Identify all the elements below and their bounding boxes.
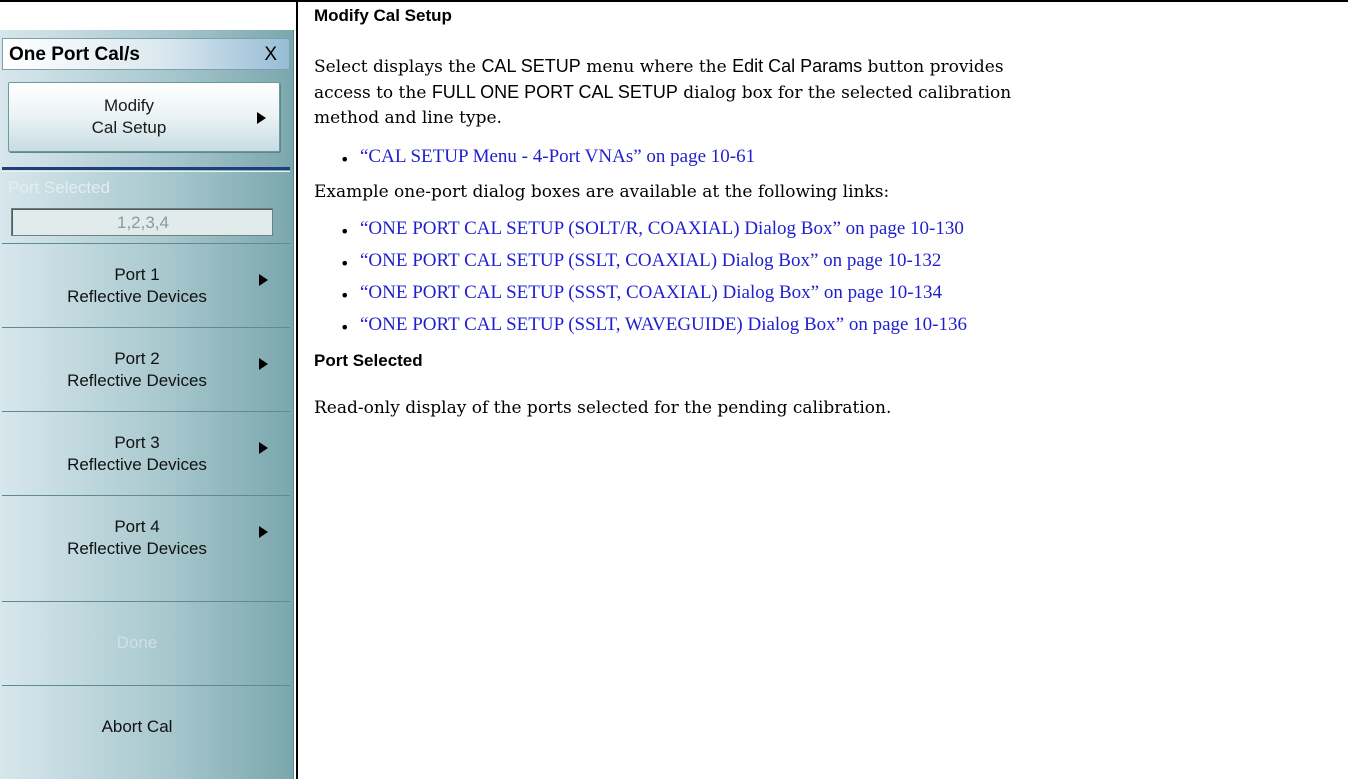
port-3-label: Port 3 xyxy=(114,433,160,452)
link-solt-r-coaxial[interactable]: “ONE PORT CAL SETUP (SOLT/R, COAXIAL) Di… xyxy=(360,218,964,240)
port-2-sublabel: Reflective Devices xyxy=(67,371,207,390)
port-1-sublabel: Reflective Devices xyxy=(67,287,207,306)
port-selected-value: 1,2,3,4 xyxy=(117,213,169,232)
submenu-arrow-icon xyxy=(259,358,268,370)
text-segment: dialog box for the selected calibration xyxy=(677,83,1012,103)
submenu-arrow-icon xyxy=(257,112,266,124)
submenu-arrow-icon xyxy=(259,526,268,538)
menu-title: One Port Cal/s xyxy=(9,44,140,65)
port-selected-field: 1,2,3,4 xyxy=(11,208,273,236)
modify-paragraph-line1: Select displays the CAL SETUP menu where… xyxy=(314,56,1004,77)
column-divider xyxy=(296,0,298,779)
text-segment: button provides xyxy=(862,57,1004,77)
modify-label-line2: Cal Setup xyxy=(91,118,167,137)
submenu-arrow-icon xyxy=(259,274,268,286)
text-segment: access to the xyxy=(314,83,432,103)
text-segment: menu where the xyxy=(580,57,733,77)
link-sslt-waveguide[interactable]: “ONE PORT CAL SETUP (SSLT, WAVEGUIDE) Di… xyxy=(360,314,967,336)
one-port-cal-menu: One Port Cal/s X Modify Cal Setup Port S… xyxy=(0,30,294,779)
link-ssst-coaxial[interactable]: “ONE PORT CAL SETUP (SSST, COAXIAL) Dial… xyxy=(360,282,942,304)
done-button[interactable]: Done xyxy=(2,601,290,684)
top-rule xyxy=(0,0,1348,2)
full-one-port-cal-setup-term: FULL ONE PORT CAL SETUP xyxy=(431,82,678,102)
menu-separator-highlight xyxy=(2,171,290,172)
cal-setup-term: CAL SETUP xyxy=(481,56,581,76)
edit-cal-params-term: Edit Cal Params xyxy=(732,56,863,76)
port-selected-paragraph: Read-only display of the ports selected … xyxy=(314,398,892,418)
port-2-label: Port 2 xyxy=(114,349,160,368)
port-3-sublabel: Reflective Devices xyxy=(67,455,207,474)
abort-cal-label: Abort Cal xyxy=(101,717,173,736)
bullet-icon: • xyxy=(340,254,350,273)
menu-title-bar: One Port Cal/s X xyxy=(2,38,290,70)
modify-cal-setup-heading: Modify Cal Setup xyxy=(314,6,452,25)
modify-label-line1: Modify xyxy=(103,96,155,115)
close-icon[interactable]: X xyxy=(264,44,277,66)
modify-paragraph-line3: method and line type. xyxy=(314,108,502,128)
menu-separator xyxy=(2,167,290,170)
port-3-reflective-devices-button[interactable]: Port 3 Reflective Devices xyxy=(2,411,290,494)
bullet-icon: • xyxy=(340,150,350,169)
link-sslt-coaxial[interactable]: “ONE PORT CAL SETUP (SSLT, COAXIAL) Dial… xyxy=(360,250,941,272)
bullet-icon: • xyxy=(340,318,350,337)
modify-cal-setup-button[interactable]: Modify Cal Setup xyxy=(8,82,280,152)
abort-cal-button[interactable]: Abort Cal xyxy=(2,685,290,768)
link-cal-setup-menu[interactable]: “CAL SETUP Menu - 4-Port VNAs” on page 1… xyxy=(360,146,755,168)
text-segment: Select displays the xyxy=(314,57,482,77)
port-selected-heading: Port Selected xyxy=(314,351,423,370)
port-1-reflective-devices-button[interactable]: Port 1 Reflective Devices xyxy=(2,243,290,326)
bullet-icon: • xyxy=(340,286,350,305)
done-label: Done xyxy=(116,633,158,652)
port-4-sublabel: Reflective Devices xyxy=(67,539,207,558)
port-4-reflective-devices-button[interactable]: Port 4 Reflective Devices xyxy=(2,495,290,578)
modify-paragraph-line2: access to the FULL ONE PORT CAL SETUP di… xyxy=(314,82,1011,103)
port-selected-label: Port Selected xyxy=(8,178,111,197)
example-paragraph: Example one-port dialog boxes are availa… xyxy=(314,182,890,202)
port-4-label: Port 4 xyxy=(114,517,160,536)
port-2-reflective-devices-button[interactable]: Port 2 Reflective Devices xyxy=(2,327,290,410)
submenu-arrow-icon xyxy=(259,442,268,454)
bullet-icon: • xyxy=(340,222,350,241)
port-1-label: Port 1 xyxy=(114,265,160,284)
